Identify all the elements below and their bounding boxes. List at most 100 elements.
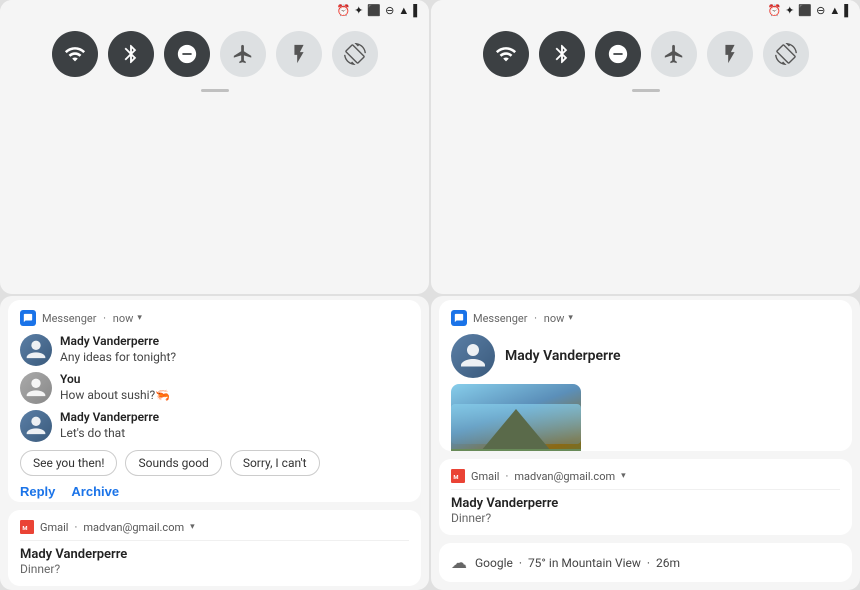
svg-text:M: M [22,526,27,532]
scroll-indicator-left [201,89,229,92]
signal-icon: ▲ [398,4,409,17]
signal-icon-r: ▲ [829,4,840,17]
quick-settings-left [0,21,429,85]
weather-location: Mountain View [561,556,640,570]
cast-icon-r: ⬛ [798,4,812,17]
avatar-mady-2 [20,410,52,442]
left-bottom-panel: Messenger · now ▾ Mady Vanderperre Any i… [0,296,429,590]
photo-preview [451,384,581,451]
messenger-time-right: now [544,312,565,325]
right-top-panel: ⏰ ✦ ⬛ ⊖ ▲ ▌ [431,0,860,294]
gmail-icon-right: M [451,469,465,483]
cast-icon: ⬛ [367,4,381,17]
battery-icon-r: ▌ [844,4,852,17]
messenger-label-right: Messenger · now ▾ [473,312,573,325]
weather-info: Google · 75° in Mountain View · 26m [475,556,680,570]
chevron-gmail-left[interactable]: ▾ [190,522,195,532]
messenger-app-icon-right [451,310,467,326]
weather-temp: 75° [528,556,546,570]
gmail-subject-right: Dinner? [451,511,840,525]
weather-card: ☁ Google · 75° in Mountain View · 26m [439,543,852,582]
airplane-button-r[interactable] [651,31,697,77]
gmail-header-left: M Gmail · madvan@gmail.com ▾ [20,520,409,541]
left-top-panel: ⏰ ✦ ⬛ ⊖ ▲ ▌ [0,0,429,294]
dnd-button[interactable] [164,31,210,77]
bt-icon-r: ✦ [785,4,794,17]
rotate-button-r[interactable] [763,31,809,77]
messenger-app-icon [20,310,36,326]
alarm-icon-r: ⏰ [767,4,781,17]
messenger-app-name-right: Messenger [473,312,527,325]
expanded-avatar [451,334,495,378]
sender-name-1: Mady Vanderperre [60,334,176,350]
quick-reply-1[interactable]: See you then! [20,450,117,476]
quick-reply-2[interactable]: Sounds good [125,450,221,476]
wifi-button[interactable] [52,31,98,77]
sender-name-3: Mady Vanderperre [60,410,159,426]
avatar-you [20,372,52,404]
gmail-sender-left: Mady Vanderperre [20,547,409,562]
airplane-button[interactable] [220,31,266,77]
expanded-sender-row: Mady Vanderperre [451,334,840,378]
messenger-notification-right: Messenger · now ▾ Mady Vanderperre Reply… [439,300,852,451]
avatar-mady-1 [20,334,52,366]
weather-time: 26m [656,556,680,570]
status-bar-right: ⏰ ✦ ⬛ ⊖ ▲ ▌ [431,0,860,21]
flashlight-button-r[interactable] [707,31,753,77]
messenger-header-left: Messenger · now ▾ [20,310,409,326]
message-row-3: Mady Vanderperre Let's do that [20,410,409,442]
dnd-button-r[interactable] [595,31,641,77]
gmail-subject-left: Dinner? [20,562,409,576]
cloud-icon: ☁ [451,553,467,572]
gmail-icon-left: M [20,520,34,534]
chevron-down-icon-right[interactable]: ▾ [568,313,573,323]
dnd-icon-r: ⊖ [816,4,825,17]
messenger-header-right: Messenger · now ▾ [451,310,840,326]
messenger-app-name: Messenger [42,312,96,325]
message-text-1: Any ideas for tonight? [60,350,176,366]
battery-icon: ▌ [413,4,421,17]
right-bottom-panel: Messenger · now ▾ Mady Vanderperre Reply… [431,296,860,590]
quick-replies: See you then! Sounds good Sorry, I can't [20,450,409,476]
gmail-notification-left: M Gmail · madvan@gmail.com ▾ Mady Vander… [8,510,421,586]
wifi-button-r[interactable] [483,31,529,77]
rotate-button[interactable] [332,31,378,77]
messenger-label-left: Messenger · now ▾ [42,312,142,325]
reply-button-left[interactable]: Reply [20,484,55,499]
gmail-dot-left: · [74,521,77,534]
gmail-header-right: M Gmail · madvan@gmail.com ▾ [451,469,840,490]
scroll-indicator-right [632,89,660,92]
messenger-notification-left: Messenger · now ▾ Mady Vanderperre Any i… [8,300,421,502]
gmail-email-left: madvan@gmail.com [83,521,184,534]
message-row-1: Mady Vanderperre Any ideas for tonight? [20,334,409,366]
weather-source: Google [475,556,513,570]
messenger-time: now [113,312,134,325]
svg-text:M: M [453,475,458,481]
flashlight-button[interactable] [276,31,322,77]
expanded-sender-name: Mady Vanderperre [505,348,621,364]
status-bar-left: ⏰ ✦ ⬛ ⊖ ▲ ▌ [0,0,429,21]
chevron-gmail-right[interactable]: ▾ [621,471,626,481]
chevron-down-icon[interactable]: ▾ [137,313,142,323]
quick-reply-3[interactable]: Sorry, I can't [230,450,320,476]
gmail-app-name-right: Gmail [471,470,499,483]
gmail-dot-right: · [505,470,508,483]
message-content-3: Mady Vanderperre Let's do that [60,410,159,441]
bt-icon: ✦ [354,4,363,17]
quick-settings-right [431,21,860,85]
message-text-2: How about sushi?🦐 [60,388,170,404]
bluetooth-button[interactable] [108,31,154,77]
message-row-2: You How about sushi?🦐 [20,372,409,404]
gmail-notification-right: M Gmail · madvan@gmail.com ▾ Mady Vander… [439,459,852,535]
message-text-3: Let's do that [60,426,159,442]
message-content-1: Mady Vanderperre Any ideas for tonight? [60,334,176,365]
sender-name-2: You [60,372,170,388]
archive-button-left[interactable]: Archive [71,484,119,499]
messenger-actions-left: Reply Archive [20,484,409,499]
alarm-icon: ⏰ [336,4,350,17]
gmail-email-right: madvan@gmail.com [514,470,615,483]
gmail-sender-right: Mady Vanderperre [451,496,840,511]
gmail-app-name-left: Gmail [40,521,68,534]
message-content-2: You How about sushi?🦐 [60,372,170,403]
bluetooth-button-r[interactable] [539,31,585,77]
